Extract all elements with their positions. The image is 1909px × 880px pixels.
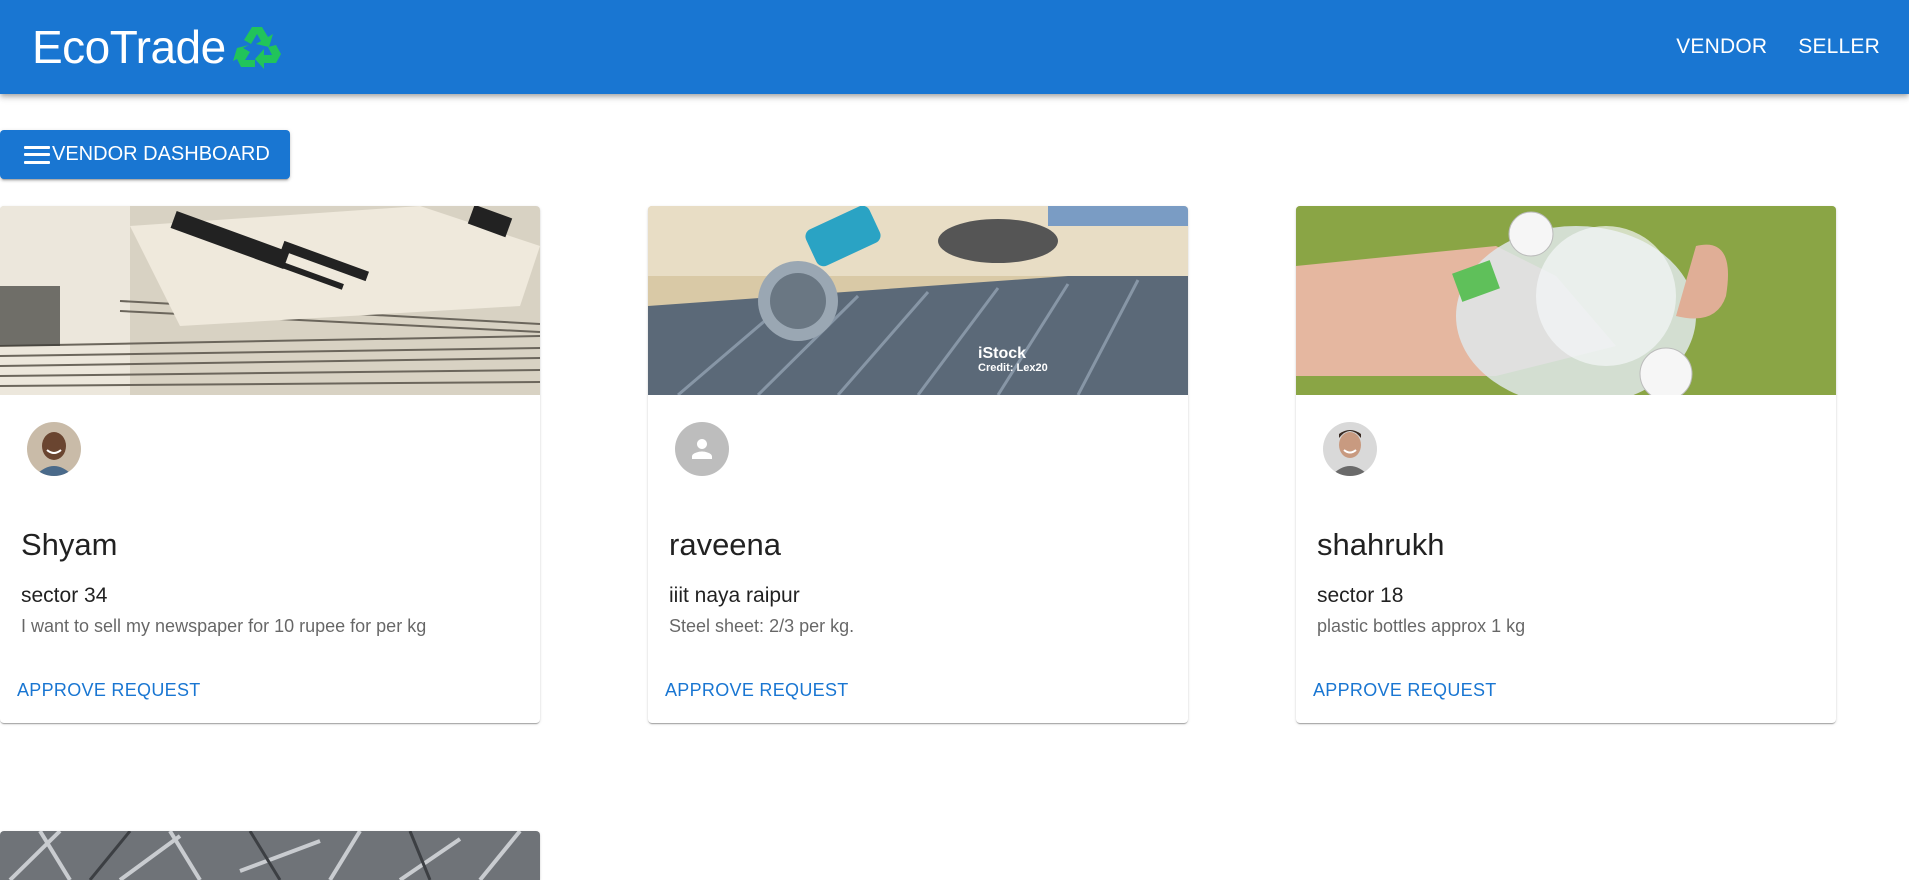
brand[interactable]: EcoTrade	[32, 23, 284, 71]
request-card	[0, 831, 540, 880]
approve-request-button[interactable]: APPROVE REQUEST	[665, 680, 849, 701]
nav-seller[interactable]: SELLER	[1798, 35, 1880, 59]
seller-name: raveena	[669, 527, 782, 562]
avatar	[27, 422, 81, 476]
menu-icon	[24, 145, 50, 164]
plastic-bottles-image	[1296, 206, 1836, 406]
image-credit: Credit: Lex20	[978, 362, 1048, 374]
vendor-dashboard-button[interactable]: VENDOR DASHBOARD	[0, 130, 290, 179]
avatar	[1323, 422, 1377, 476]
seller-location: sector 34	[21, 584, 108, 607]
app-bar: EcoTrade VENDOR SELLER	[0, 0, 1909, 94]
brand-name: EcoTrade	[32, 21, 226, 73]
person-icon	[692, 439, 712, 459]
nav-vendor[interactable]: VENDOR	[1676, 35, 1767, 59]
seller-location: iiit naya raipur	[669, 584, 800, 607]
scrap-metal-image	[0, 831, 540, 880]
vendor-dashboard-label: VENDOR DASHBOARD	[52, 143, 270, 165]
request-description: Steel sheet: 2/3 per kg.	[669, 616, 855, 636]
default-avatar	[675, 422, 729, 476]
approve-request-button[interactable]: APPROVE REQUEST	[1313, 680, 1497, 701]
newspaper-image	[0, 206, 540, 395]
request-card: iStock Credit: Lex20 raveena iiit naya r…	[648, 206, 1188, 723]
request-card: Shyam sector 34 I want to sell my newspa…	[0, 206, 540, 723]
request-description: plastic bottles approx 1 kg	[1317, 616, 1526, 636]
seller-name: shahrukh	[1317, 527, 1445, 562]
seller-name: Shyam	[21, 527, 118, 562]
approve-request-button[interactable]: APPROVE REQUEST	[17, 680, 201, 701]
top-nav: VENDOR SELLER	[1676, 35, 1880, 59]
request-description: I want to sell my newspaper for 10 rupee…	[21, 616, 427, 636]
request-card: shahrukh sector 18 plastic bottles appro…	[1296, 206, 1836, 723]
steel-sheet-image: iStock Credit: Lex20	[648, 206, 1188, 395]
seller-location: sector 18	[1317, 584, 1404, 607]
istock-watermark: iStock	[978, 345, 1027, 362]
recycle-icon	[232, 27, 281, 69]
